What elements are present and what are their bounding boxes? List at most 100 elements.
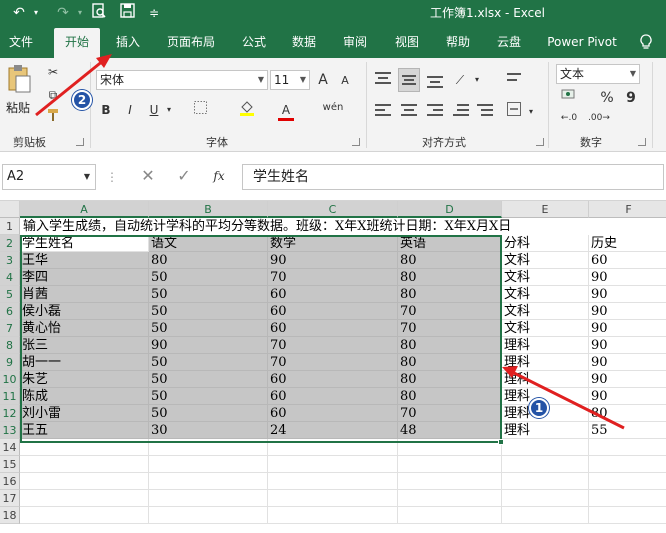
cancel-icon[interactable]: ✕ xyxy=(138,166,158,186)
header-cell[interactable]: 分科 xyxy=(502,235,589,252)
empty-cell[interactable] xyxy=(398,507,502,524)
table-cell[interactable]: 李四 xyxy=(20,269,149,286)
shrink-font-button[interactable]: A xyxy=(336,71,354,91)
format-painter-icon[interactable] xyxy=(44,108,62,128)
empty-cell[interactable] xyxy=(149,473,268,490)
table-cell[interactable]: 90 xyxy=(149,337,268,354)
table-cell[interactable]: 70 xyxy=(268,337,398,354)
empty-cell[interactable] xyxy=(502,507,589,524)
empty-cell[interactable] xyxy=(20,507,149,524)
table-cell[interactable]: 文科 xyxy=(502,303,589,320)
row-header[interactable]: 18 xyxy=(0,507,20,524)
font-color-button[interactable]: A xyxy=(278,100,294,121)
undo-icon[interactable]: ↶ xyxy=(8,3,30,23)
table-cell[interactable]: 60 xyxy=(268,303,398,320)
empty-cell[interactable] xyxy=(268,439,398,456)
table-cell[interactable]: 50 xyxy=(149,405,268,422)
table-cell[interactable]: 60 xyxy=(268,388,398,405)
table-cell[interactable]: 文科 xyxy=(502,286,589,303)
increase-indent-icon[interactable] xyxy=(476,102,494,122)
empty-cell[interactable] xyxy=(502,473,589,490)
row-header[interactable]: 16 xyxy=(0,473,20,490)
table-cell[interactable]: 30 xyxy=(149,422,268,439)
empty-cell[interactable] xyxy=(268,473,398,490)
clipboard-launcher-icon[interactable] xyxy=(76,138,84,146)
table-cell[interactable]: 刘小雷 xyxy=(20,405,149,422)
empty-cell[interactable] xyxy=(149,456,268,473)
table-cell[interactable]: 90 xyxy=(268,252,398,269)
table-cell[interactable]: 60 xyxy=(268,371,398,388)
table-cell[interactable]: 侯小磊 xyxy=(20,303,149,320)
table-cell[interactable]: 70 xyxy=(268,269,398,286)
row-header[interactable]: 5 xyxy=(0,286,20,303)
undo-dropdown-icon[interactable]: ▾ xyxy=(30,3,42,23)
column-header[interactable]: D xyxy=(398,201,502,218)
table-cell[interactable]: 70 xyxy=(398,405,502,422)
column-header[interactable]: E xyxy=(502,201,589,218)
fill-color-icon[interactable] xyxy=(236,100,258,120)
row-header[interactable]: 14 xyxy=(0,439,20,456)
tab-formulas[interactable]: 公式 xyxy=(234,26,274,58)
table-cell[interactable]: 60 xyxy=(268,320,398,337)
empty-cell[interactable] xyxy=(502,456,589,473)
table-cell[interactable]: 90 xyxy=(589,354,666,371)
empty-cell[interactable] xyxy=(149,490,268,507)
table-cell[interactable]: 90 xyxy=(589,337,666,354)
table-cell[interactable]: 文科 xyxy=(502,252,589,269)
table-cell[interactable]: 80 xyxy=(398,337,502,354)
tab-home[interactable]: 开始 xyxy=(54,28,100,58)
row-header[interactable]: 7 xyxy=(0,320,20,337)
table-cell[interactable]: 陈成 xyxy=(20,388,149,405)
table-cell[interactable]: 90 xyxy=(589,269,666,286)
table-cell[interactable]: 50 xyxy=(149,303,268,320)
phonetic-button[interactable]: wén xyxy=(322,98,344,118)
table-cell[interactable]: 80 xyxy=(398,371,502,388)
row-header[interactable]: 3 xyxy=(0,252,20,269)
decrease-decimal-icon[interactable]: .00→ xyxy=(588,108,610,128)
table-cell[interactable]: 理科 xyxy=(502,371,589,388)
align-center-icon[interactable] xyxy=(400,102,418,122)
table-cell[interactable]: 文科 xyxy=(502,320,589,337)
fill-handle[interactable] xyxy=(498,439,504,445)
empty-cell[interactable] xyxy=(589,456,666,473)
tab-page-layout[interactable]: 页面布局 xyxy=(160,26,222,58)
table-cell[interactable]: 张三 xyxy=(20,337,149,354)
comma-style-button[interactable]: 9 xyxy=(624,88,638,108)
empty-cell[interactable] xyxy=(398,439,502,456)
table-cell[interactable]: 48 xyxy=(398,422,502,439)
table-cell[interactable]: 50 xyxy=(149,320,268,337)
paste-button[interactable]: 粘贴 xyxy=(6,64,38,124)
empty-cell[interactable] xyxy=(502,439,589,456)
empty-cell[interactable] xyxy=(268,456,398,473)
print-preview-icon[interactable] xyxy=(88,3,110,23)
grow-font-button[interactable]: A xyxy=(314,70,332,90)
select-all-corner[interactable] xyxy=(0,201,20,218)
row-header[interactable]: 1 xyxy=(0,218,20,235)
table-cell[interactable]: 理科 xyxy=(502,422,589,439)
tab-view[interactable]: 视图 xyxy=(387,26,427,58)
align-middle-icon[interactable] xyxy=(398,68,420,92)
font-name-combo[interactable]: 宋体 ▼ xyxy=(96,70,268,90)
table-cell[interactable]: 90 xyxy=(589,286,666,303)
percent-button[interactable]: % xyxy=(598,88,616,108)
empty-cell[interactable] xyxy=(398,456,502,473)
table-cell[interactable]: 80 xyxy=(149,252,268,269)
header-cell[interactable]: 英语 xyxy=(398,235,502,252)
table-cell[interactable]: 50 xyxy=(149,371,268,388)
table-cell[interactable]: 70 xyxy=(398,303,502,320)
cell-title[interactable]: 输入学生成绩，自动统计学科的平均分等数据。班级：X年X班统计日期：X年X月X日 xyxy=(20,218,511,235)
number-format-combo[interactable]: 文本 ▼ xyxy=(556,64,640,84)
empty-cell[interactable] xyxy=(20,473,149,490)
enter-icon[interactable]: ✓ xyxy=(174,166,194,186)
table-cell[interactable]: 理科 xyxy=(502,354,589,371)
column-header[interactable]: F xyxy=(589,201,666,218)
table-cell[interactable]: 肖茜 xyxy=(20,286,149,303)
number-launcher-icon[interactable] xyxy=(638,138,646,146)
insert-function-button[interactable]: fx xyxy=(208,166,230,186)
table-cell[interactable]: 24 xyxy=(268,422,398,439)
empty-cell[interactable] xyxy=(589,439,666,456)
align-top-icon[interactable] xyxy=(374,70,392,90)
tab-data[interactable]: 数据 xyxy=(284,26,324,58)
font-size-combo[interactable]: 11 ▼ xyxy=(270,70,310,90)
tab-review[interactable]: 审阅 xyxy=(335,26,375,58)
